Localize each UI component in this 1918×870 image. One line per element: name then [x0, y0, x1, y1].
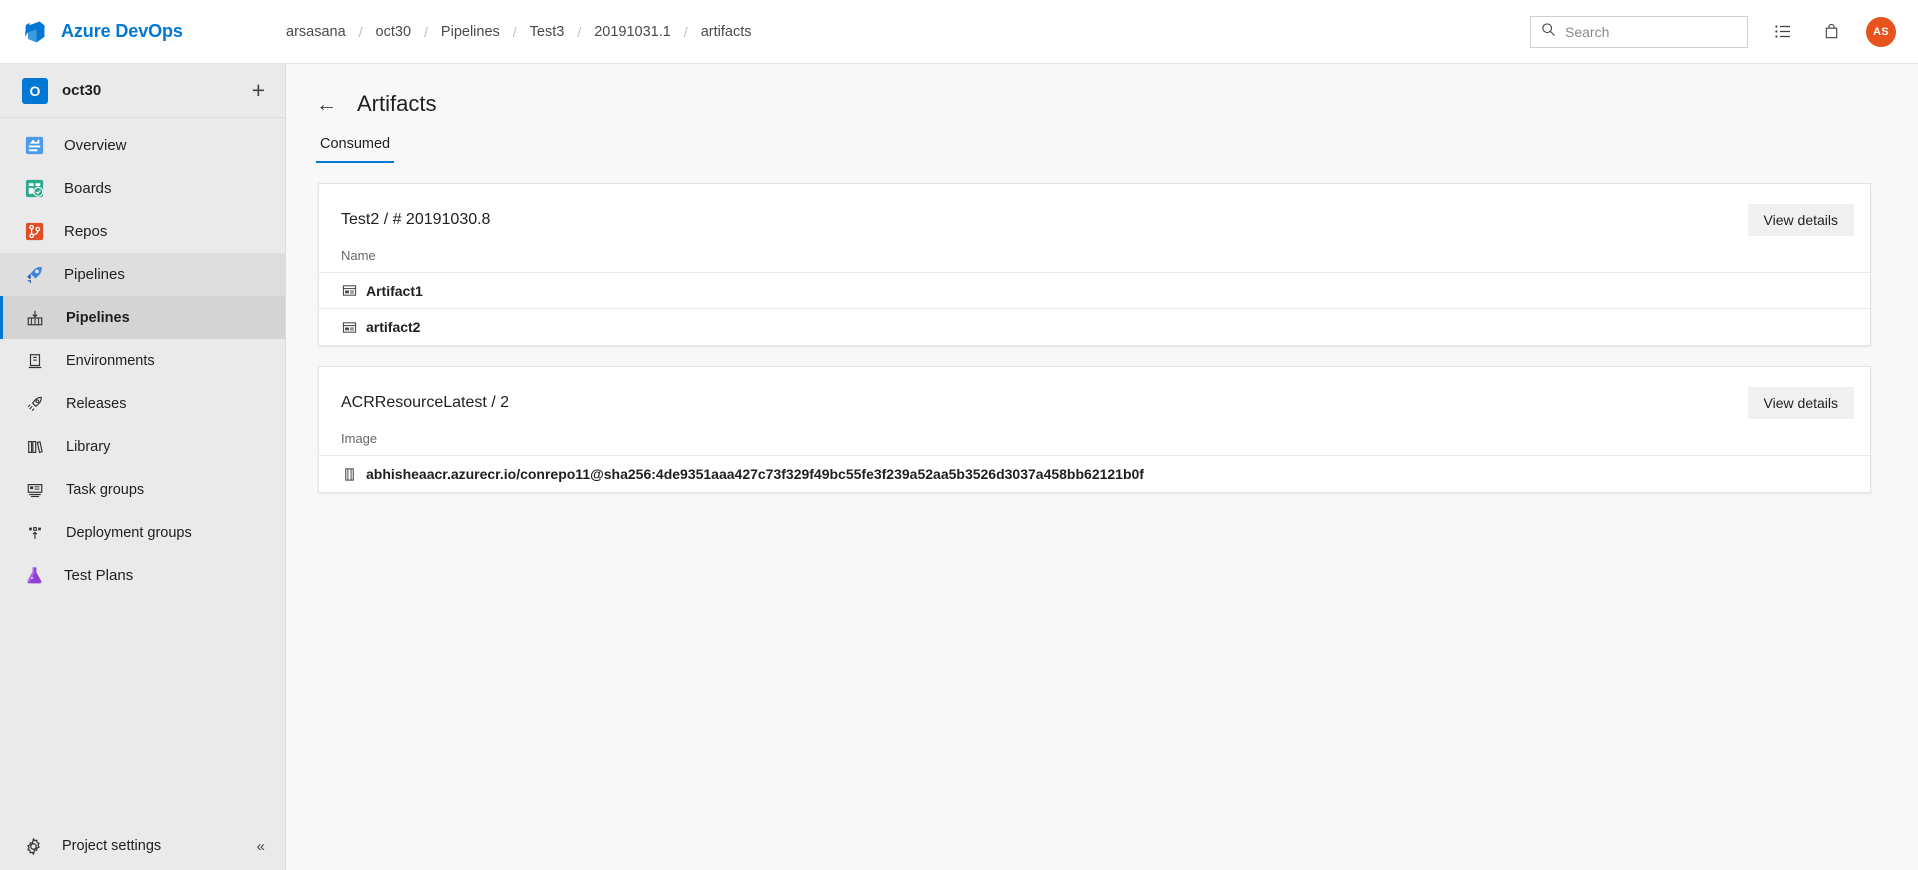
artifact-card-title: Test2 / # 20191030.8 [341, 211, 491, 228]
breadcrumb: arsasana / oct30 / Pipelines / Test3 / 2… [286, 24, 751, 40]
boards-icon [22, 177, 46, 201]
top-bar-actions: AS [1530, 15, 1918, 48]
work-items-icon[interactable] [1770, 19, 1796, 45]
project-avatar-icon: O [22, 77, 48, 104]
container-image-name: abhisheaacr.azurecr.io/conrepo11@sha256:… [366, 466, 1144, 482]
breadcrumb-item-organization[interactable]: arsasana [286, 24, 346, 40]
sidebar-item-test-plans[interactable]: Test Plans [0, 554, 285, 597]
search-input[interactable] [1565, 23, 1737, 40]
sidebar-item-overview[interactable]: Overview [0, 124, 285, 167]
breadcrumb-item-pipelines[interactable]: Pipelines [441, 24, 500, 40]
view-details-button[interactable]: View details [1747, 204, 1854, 236]
artifact-card-header: ACRResourceLatest / 2 View details [319, 367, 1870, 419]
breadcrumb-item-run-number[interactable]: 20191031.1 [594, 24, 671, 40]
body: O oct30 + Overview Boards Repos Pipeline… [0, 64, 1918, 870]
project-settings-label: Project settings [62, 838, 162, 854]
pipelines-sub-icon [23, 306, 47, 330]
sidebar-item-label: Test Plans [64, 567, 134, 584]
brand-name: Azure DevOps [61, 21, 183, 41]
artifact-cards: Test2 / # 20191030.8 View details Name A… [286, 163, 1918, 493]
artifact-card-header: Test2 / # 20191030.8 View details [319, 184, 1870, 236]
sidebar-item-task-groups[interactable]: Task groups [0, 468, 285, 511]
breadcrumb-separator: / [358, 23, 363, 40]
main-content: ← Artifacts Consumed Test2 / # 20191030.… [286, 64, 1918, 870]
table-row[interactable]: artifact2 [319, 309, 1870, 345]
sidebar-item-environments[interactable]: Environments [0, 339, 285, 382]
back-arrow-icon[interactable]: ← [316, 94, 337, 115]
gear-icon [22, 835, 44, 857]
sidebar-item-library[interactable]: Library [0, 425, 285, 468]
project-selector[interactable]: O oct30 + [0, 64, 285, 118]
breadcrumb-item-artifacts[interactable]: artifacts [701, 24, 752, 40]
page-header: ← Artifacts [286, 64, 1918, 117]
breadcrumb-separator: / [512, 23, 517, 40]
sidebar-item-label: Pipelines [66, 309, 130, 326]
task-groups-icon [23, 478, 47, 502]
column-header-image: Image [319, 419, 1870, 456]
overview-icon [22, 134, 46, 158]
pipelines-icon [22, 263, 46, 287]
sidebar-item-label: Boards [64, 180, 112, 197]
marketplace-bag-icon[interactable] [1818, 19, 1844, 45]
breadcrumb-separator: / [683, 23, 688, 40]
sidebar-item-deployment-groups[interactable]: Deployment groups [0, 511, 285, 554]
artifact-icon [341, 283, 357, 299]
top-bar: Azure DevOps arsasana / oct30 / Pipeline… [0, 0, 1918, 64]
azure-devops-logo-icon [22, 19, 48, 45]
page-title: Artifacts [357, 91, 437, 116]
add-icon[interactable]: + [252, 79, 265, 102]
column-header-name: Name [319, 236, 1870, 273]
sidebar-item-label: Deployment groups [66, 524, 192, 541]
table-row[interactable]: Artifact1 [319, 273, 1870, 309]
sidebar-item-label: Library [66, 438, 111, 455]
collapse-sidebar-icon[interactable]: « [257, 838, 265, 855]
tab-consumed[interactable]: Consumed [316, 136, 395, 163]
sidebar-item-label: Overview [64, 137, 127, 154]
breadcrumb-separator: / [577, 23, 582, 40]
sidebar-item-label: Repos [64, 223, 108, 240]
sidebar-item-label: Pipelines [64, 266, 125, 283]
sidebar-item-boards[interactable]: Boards [0, 167, 285, 210]
deployment-groups-icon [23, 521, 47, 545]
sidebar-item-pipelines-sub[interactable]: Pipelines [0, 296, 285, 339]
artifact-icon [341, 319, 357, 335]
breadcrumb-item-pipeline-name[interactable]: Test3 [530, 24, 565, 40]
releases-icon [23, 392, 47, 416]
avatar[interactable]: AS [1866, 16, 1896, 47]
breadcrumb-item-project[interactable]: oct30 [376, 24, 411, 40]
brand[interactable]: Azure DevOps [0, 19, 286, 45]
search-icon [1541, 22, 1556, 42]
breadcrumb-separator: / [424, 23, 428, 40]
container-image-icon [341, 466, 357, 482]
artifact-card: Test2 / # 20191030.8 View details Name A… [318, 183, 1871, 346]
artifact-card: ACRResourceLatest / 2 View details Image [318, 366, 1871, 493]
tab-bar: Consumed [286, 136, 1918, 163]
sidebar-item-releases[interactable]: Releases [0, 382, 285, 425]
sidebar-item-repos[interactable]: Repos [0, 210, 285, 253]
sidebar-item-project-settings[interactable]: Project settings « [0, 822, 285, 870]
sidebar-item-label: Task groups [66, 481, 145, 498]
sidebar: O oct30 + Overview Boards Repos Pipeline… [0, 64, 286, 870]
project-initial: O [29, 82, 41, 99]
sidebar-item-label: Environments [66, 352, 155, 369]
artifact-card-title: ACRResourceLatest / 2 [341, 394, 510, 411]
sidebar-item-label: Releases [66, 395, 127, 412]
app-root: Azure DevOps arsasana / oct30 / Pipeline… [0, 0, 1918, 870]
sidebar-item-pipelines[interactable]: Pipelines [0, 253, 285, 296]
view-details-button[interactable]: View details [1747, 387, 1854, 419]
project-name: oct30 [62, 82, 102, 99]
artifact-name: Artifact1 [366, 282, 423, 299]
repos-icon [22, 220, 46, 244]
navigation: Overview Boards Repos Pipelines Pipeline… [0, 118, 285, 822]
search-box[interactable] [1530, 15, 1748, 48]
environments-icon [23, 349, 47, 373]
test-plans-icon [22, 564, 46, 588]
table-row[interactable]: abhisheaacr.azurecr.io/conrepo11@sha256:… [319, 456, 1870, 492]
library-icon [23, 435, 47, 459]
artifact-name: artifact2 [366, 319, 421, 335]
